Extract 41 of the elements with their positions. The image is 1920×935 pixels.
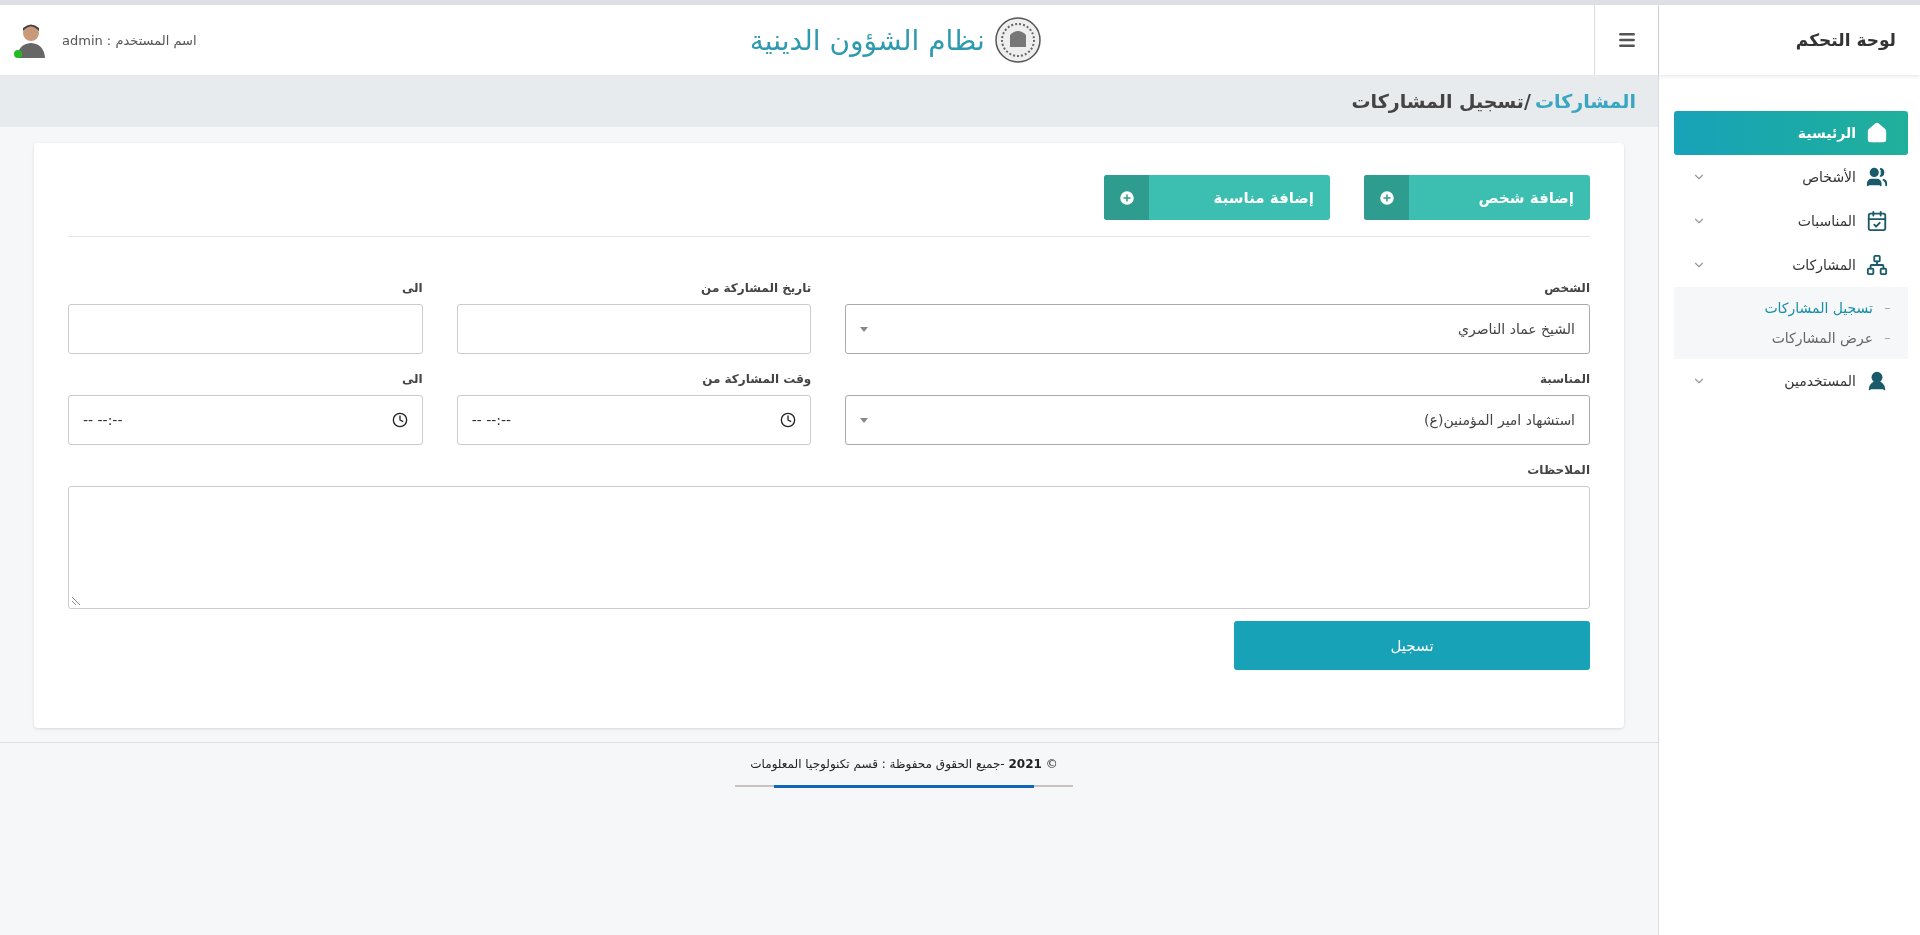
notes-field[interactable]: [68, 486, 1590, 609]
caret-icon: [860, 326, 869, 332]
nav-icon: [1866, 122, 1888, 144]
field-label: المناسبة: [1538, 372, 1590, 386]
sidebar-item[interactable]: المناسبات: [1674, 199, 1908, 243]
time-field[interactable]: --:-- --: [68, 395, 423, 445]
app-title: نظام الشؤون الدينية: [749, 23, 985, 57]
plus-icon: [1117, 188, 1136, 207]
nav-icon: [1866, 210, 1888, 232]
sidebar-item[interactable]: المشاركات: [1674, 243, 1908, 287]
date-field[interactable]: [68, 304, 423, 354]
caret-icon: [860, 417, 869, 423]
select-field[interactable]: الشيخ عماد الناصري: [845, 304, 1590, 354]
dash-icon: [1885, 307, 1890, 309]
clock-icon: [391, 412, 408, 428]
username-label: اسم المستخدم : admin: [62, 32, 197, 48]
resize-grip-icon: [71, 596, 81, 606]
date-field[interactable]: [456, 304, 812, 354]
submenu-item[interactable]: عرض المشاركات: [1674, 323, 1908, 353]
field-label: الشخص: [1543, 281, 1590, 295]
sidebar-item[interactable]: الأشخاص: [1674, 155, 1908, 199]
nav-icon: [1866, 166, 1888, 188]
field-label: تاريخ المشاركة من: [700, 281, 812, 295]
field-label: الى: [400, 281, 423, 295]
emblem-icon: [994, 17, 1041, 63]
nav-icon: [1866, 254, 1888, 276]
nav-icon: [1866, 370, 1888, 392]
dash-icon: [1885, 337, 1890, 339]
breadcrumb-current: /تسجيل المشاركات: [1351, 90, 1531, 112]
sidebar-item[interactable]: المستخدمين: [1674, 359, 1908, 403]
menu-icon: [1616, 30, 1637, 50]
sidebar-title: لوحة التحكم: [1659, 5, 1920, 75]
field-label: الى: [400, 372, 423, 386]
field-label: وقت المشاركة من: [701, 372, 812, 386]
field-label: الملاحظات: [1526, 463, 1590, 477]
clock-icon: [780, 412, 797, 428]
submenu-item[interactable]: تسجيل المشاركات: [1674, 293, 1908, 323]
time-field[interactable]: --:-- --: [456, 395, 812, 445]
select-field[interactable]: استشهاد امير المؤمنين(ع): [845, 395, 1590, 445]
plus-icon: [1377, 188, 1396, 207]
menu-button[interactable]: [1594, 5, 1658, 75]
